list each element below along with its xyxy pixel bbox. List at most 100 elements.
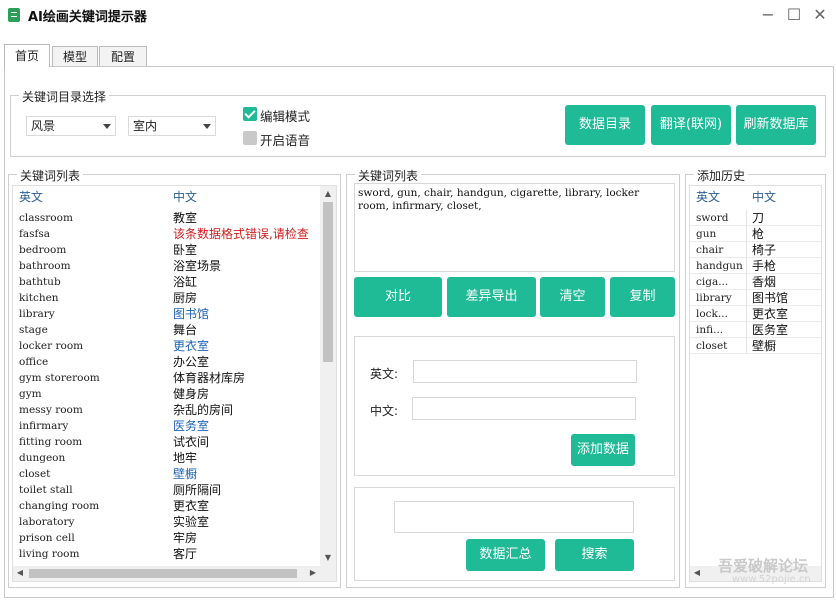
category-select[interactable]: 风景 <box>26 116 116 136</box>
history-en-cell: library <box>696 292 732 304</box>
table-row[interactable]: prison cell 牢房 <box>13 530 320 546</box>
window-title: AI绘画关键词提示器 <box>28 10 147 25</box>
row-en-cell: stage <box>19 324 48 336</box>
history-zh-cell: 枪 <box>752 227 765 241</box>
voice-checkbox[interactable] <box>243 131 257 145</box>
history-row[interactable]: library 图书馆 <box>690 290 821 306</box>
table-row[interactable]: library 图书馆 <box>13 306 320 322</box>
table-row[interactable]: bedroom 卧室 <box>13 242 320 258</box>
keyword-table-header: 英文 中文 <box>13 186 320 208</box>
en-input[interactable] <box>413 360 637 383</box>
table-row[interactable]: fitting room 试衣间 <box>13 434 320 450</box>
table-row[interactable]: infirmary 医务室 <box>13 418 320 434</box>
row-zh-cell: 医务室 <box>173 419 210 433</box>
history-row[interactable]: ciga... 香烟 <box>690 274 821 290</box>
app-icon <box>8 8 20 22</box>
row-zh-cell: 教室 <box>173 211 198 225</box>
history-zh-cell: 医务室 <box>752 323 789 337</box>
clear-button[interactable]: 清空 <box>540 277 605 317</box>
history-en-cell: closet <box>696 340 728 352</box>
table-row[interactable]: living room 客厅 <box>13 546 320 562</box>
history-row[interactable]: sword 刀 <box>690 210 821 226</box>
data-summary-button[interactable]: 数据汇总 <box>466 539 545 571</box>
table-row[interactable]: bathroom 浴室场景 <box>13 258 320 274</box>
tab-home[interactable]: 首页 <box>4 44 50 67</box>
scroll-left-icon[interactable]: ◀ <box>14 567 26 579</box>
en-field-label: 英文: <box>370 367 399 381</box>
row-en-cell: toilet stall <box>19 484 73 496</box>
table-row[interactable]: stage 舞台 <box>13 322 320 338</box>
table-row[interactable]: office 办公室 <box>13 354 320 370</box>
table-row[interactable]: toilet stall 厕所隔间 <box>13 482 320 498</box>
history-row[interactable]: infi... 医务室 <box>690 322 821 338</box>
tab-config[interactable]: 配置 <box>99 46 147 66</box>
keyword-horizontal-scrollbar[interactable]: ◀ ▶ <box>13 566 336 581</box>
minimize-button[interactable]: − <box>756 5 780 25</box>
row-en-cell: bedroom <box>19 244 67 256</box>
scroll-down-icon[interactable]: ▼ <box>320 552 336 564</box>
add-data-button[interactable]: 添加数据 <box>571 434 635 466</box>
voice-label: 开启语音 <box>260 133 311 148</box>
column-divider <box>746 306 747 322</box>
scroll-left-icon[interactable]: ◀ <box>691 567 703 579</box>
table-row[interactable]: kitchen 厨房 <box>13 290 320 306</box>
watermark-text: 吾爱破解论坛 <box>718 557 809 575</box>
compare-button[interactable]: 对比 <box>354 277 442 317</box>
table-row[interactable]: gym 健身房 <box>13 386 320 402</box>
diff-export-button[interactable]: 差异导出 <box>447 277 536 317</box>
row-zh-cell: 更衣室 <box>173 499 210 513</box>
refresh-database-button[interactable]: 刷新数据库 <box>736 105 816 145</box>
history-row[interactable]: handgun 手枪 <box>690 258 821 274</box>
table-row[interactable]: locker room 更衣室 <box>13 338 320 354</box>
column-divider <box>746 210 747 226</box>
table-row[interactable]: bathtub 浴缸 <box>13 274 320 290</box>
close-button[interactable]: ✕ <box>808 5 832 25</box>
table-row[interactable]: messy room 杂乱的房间 <box>13 402 320 418</box>
history-en-cell: handgun <box>696 260 743 272</box>
row-en-cell: laboratory <box>19 516 75 528</box>
subcategory-select[interactable]: 室内 <box>128 116 216 136</box>
table-row[interactable]: classroom 教室 <box>13 210 320 226</box>
search-input[interactable] <box>394 501 634 533</box>
tab-model[interactable]: 模型 <box>52 46 98 66</box>
zh-input[interactable] <box>412 397 636 420</box>
table-row[interactable]: fasfsa 该条数据格式错误,请检查 <box>13 226 320 242</box>
table-row[interactable]: dungeon 地牢 <box>13 450 320 466</box>
row-en-cell: fasfsa <box>19 228 51 240</box>
row-zh-cell: 厕所隔间 <box>173 483 222 497</box>
translate-button[interactable]: 翻译(联网) <box>651 105 731 145</box>
history-row[interactable]: closet 壁橱 <box>690 338 821 354</box>
keyword-vertical-scrollbar[interactable]: ▲ ▼ <box>320 186 336 566</box>
history-row[interactable]: chair 椅子 <box>690 242 821 258</box>
row-en-cell: gym storeroom <box>19 372 100 384</box>
copy-button[interactable]: 复制 <box>610 277 675 317</box>
hscroll-thumb[interactable] <box>29 569 297 578</box>
table-row[interactable]: closet 壁橱 <box>13 466 320 482</box>
row-zh-cell: 舞台 <box>173 323 198 337</box>
search-form: 数据汇总 搜索 <box>354 487 675 581</box>
row-en-cell: library <box>19 308 55 320</box>
row-zh-cell: 厨房 <box>173 291 198 305</box>
table-row[interactable]: gym storeroom 体育器材库房 <box>13 370 320 386</box>
history-row[interactable]: lock... 更衣室 <box>690 306 821 322</box>
column-divider <box>746 322 747 338</box>
edit-mode-checkbox[interactable] <box>243 107 257 121</box>
row-en-cell: changing room <box>19 500 100 512</box>
maximize-button[interactable]: ☐ <box>782 5 806 25</box>
table-row[interactable]: changing room 更衣室 <box>13 498 320 514</box>
history-zh-cell: 椅子 <box>752 243 777 257</box>
scroll-up-icon[interactable]: ▲ <box>320 188 336 200</box>
row-zh-cell: 图书馆 <box>173 307 210 321</box>
history-zh-cell: 手枪 <box>752 259 777 273</box>
table-row[interactable]: laboratory 实验室 <box>13 514 320 530</box>
search-button[interactable]: 搜索 <box>555 539 634 571</box>
scroll-right-icon[interactable]: ▶ <box>307 567 319 579</box>
edit-mode-label: 编辑模式 <box>260 109 311 124</box>
history-row[interactable]: gun 枪 <box>690 226 821 242</box>
row-en-cell: office <box>19 356 49 368</box>
prompt-textarea[interactable]: sword, gun, chair, handgun, cigarette, l… <box>354 183 675 272</box>
data-directory-button[interactable]: 数据目录 <box>565 105 645 145</box>
prompt-panel-group: 关键词列表 sword, gun, chair, handgun, cigare… <box>346 167 680 588</box>
scroll-thumb[interactable] <box>323 202 333 362</box>
column-divider <box>746 290 747 306</box>
